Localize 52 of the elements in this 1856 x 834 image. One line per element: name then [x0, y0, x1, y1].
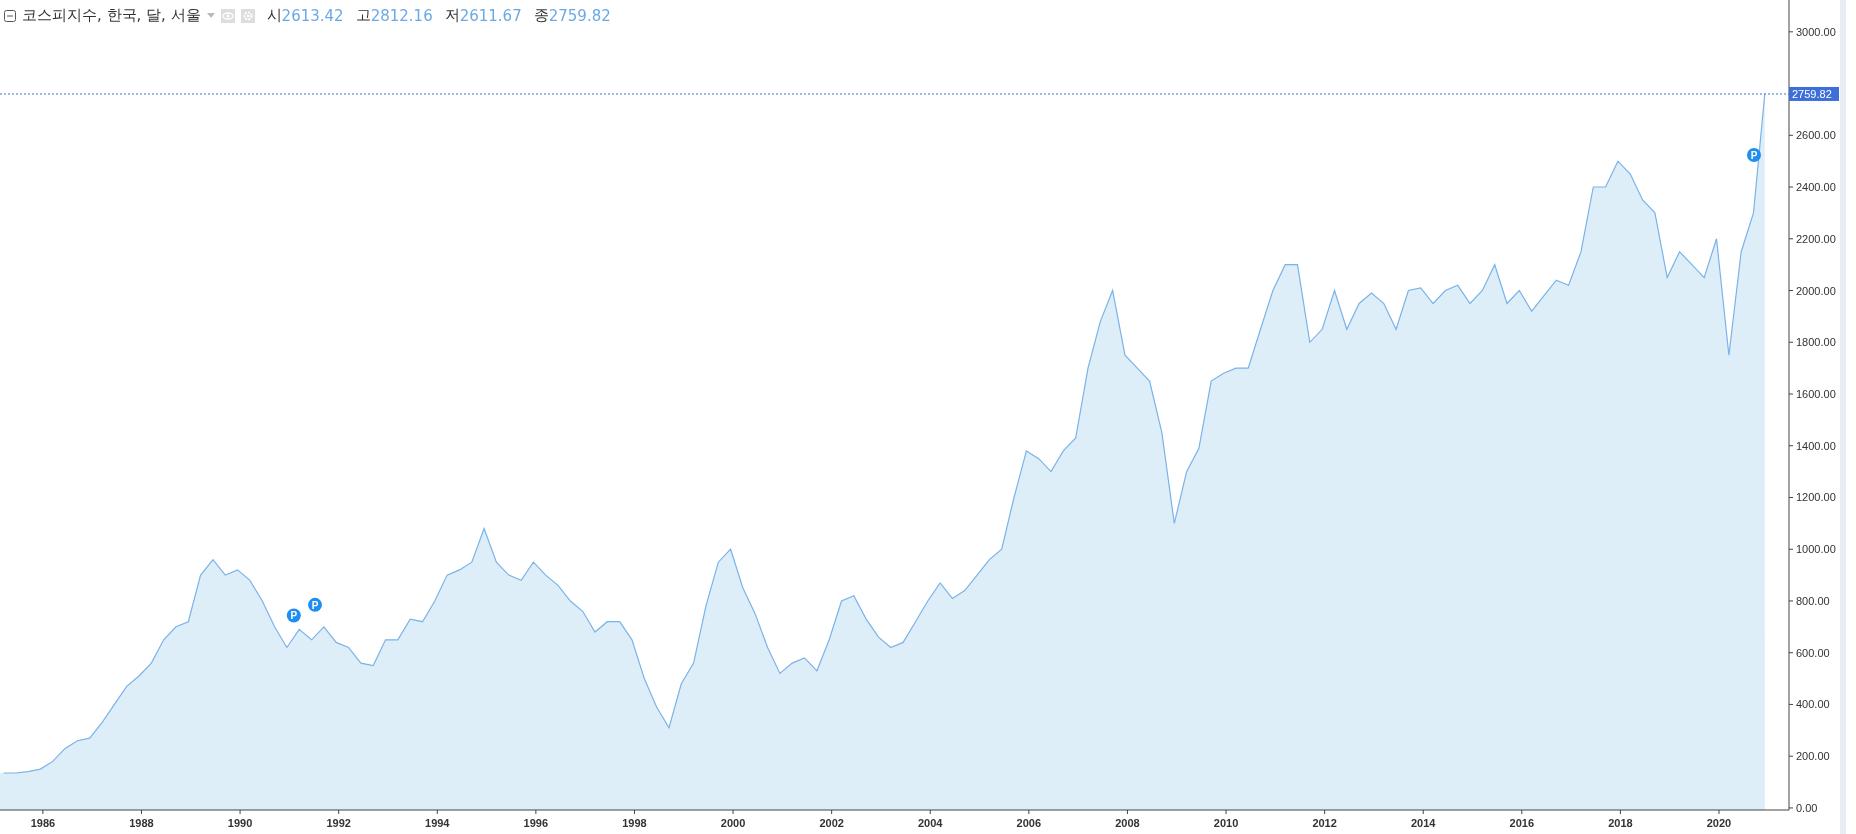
stat-value: 2611.67 [459, 6, 522, 25]
y-axis-label: 3000.00 [1796, 25, 1836, 38]
y-axis-label: 2000.00 [1796, 284, 1836, 297]
x-axis-label: 1992 [326, 817, 351, 829]
y-axis-label: 0.00 [1796, 801, 1818, 814]
y-axis-label: 600.00 [1796, 646, 1830, 659]
x-axis-label: 2010 [1213, 817, 1239, 829]
y-axis-label: 800.00 [1796, 594, 1830, 607]
stat-value: 2812.16 [370, 6, 433, 25]
x-axis-label: 2004 [918, 817, 943, 829]
x-axis-label: 2008 [1115, 817, 1140, 829]
event-marker[interactable]: P [1747, 147, 1761, 162]
event-marker[interactable]: P [286, 608, 301, 623]
y-axis-label: 1600.00 [1796, 388, 1836, 400]
stat-value: 2759.82 [548, 6, 611, 25]
current-price-tag: 2759.82 [1789, 86, 1839, 101]
x-axis-label: 2006 [1016, 817, 1042, 829]
collapse-icon[interactable] [4, 9, 16, 22]
y-axis-label: 1000.00 [1796, 543, 1836, 556]
settings-icon[interactable] [240, 8, 255, 23]
stat-label: 고 [355, 6, 371, 25]
y-axis-label: 400.00 [1796, 698, 1830, 711]
y-axis-label: 1200.00 [1796, 491, 1836, 504]
eye-icon[interactable] [220, 8, 235, 23]
x-axis-label: 2012 [1312, 817, 1337, 829]
y-axis-label: 2400.00 [1796, 181, 1836, 194]
x-axis-label: 1998 [622, 817, 647, 829]
x-axis-label: 1994 [425, 817, 450, 829]
stat-label: 종 [533, 6, 549, 25]
stat-label: 저 [444, 6, 460, 25]
y-axis-label: 1800.00 [1796, 336, 1836, 349]
x-axis-label: 2014 [1410, 817, 1436, 829]
y-axis-label: 2200.00 [1796, 232, 1836, 245]
annotation: P [290, 610, 298, 622]
y-axis-label: 1400.00 [1796, 439, 1836, 452]
x-axis-label: 2018 [1608, 817, 1633, 829]
y-axis-label: 200.00 [1796, 750, 1830, 763]
caret-icon[interactable] [206, 13, 215, 18]
x-axis-label: 2016 [1509, 817, 1535, 829]
stat-value: 2613.42 [281, 6, 344, 25]
x-axis-label: 1986 [30, 817, 56, 829]
event-marker[interactable]: P [308, 597, 322, 612]
x-axis-label: 1990 [227, 817, 253, 829]
ref-line-label: 2759.82 [1792, 87, 1832, 100]
x-axis-label: 2000 [720, 817, 746, 829]
y-axis-label: 2600.00 [1796, 129, 1836, 142]
chart-title: 코스피지수, 한국, 달, 서울 [22, 6, 201, 25]
x-axis-label: 1988 [129, 817, 154, 829]
x-axis-label: 2002 [819, 817, 844, 829]
stat-label: 시 [266, 6, 282, 25]
x-axis-label: 1996 [523, 817, 549, 829]
x-axis-label: 2020 [1706, 817, 1732, 829]
